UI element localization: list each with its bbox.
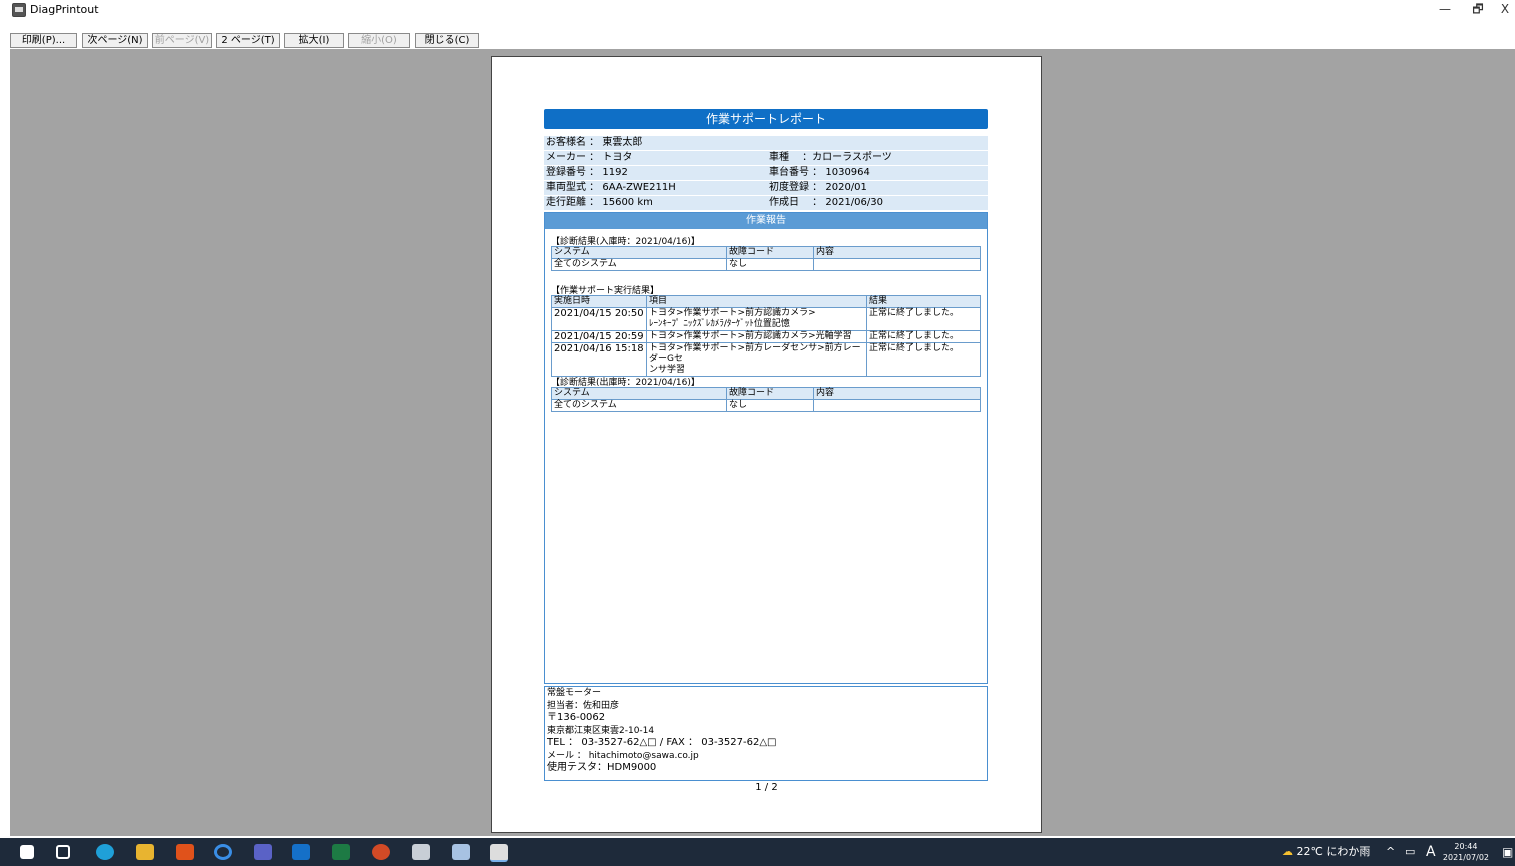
cell-system: 全てのシステム [551,399,727,412]
excel-icon[interactable] [332,844,350,860]
table-row: 全てのシステム なし [551,258,981,271]
cell-item: トヨタ>作業サポート>前方認識カメラ>光軸学習 [646,330,867,343]
header-system: システム [551,387,727,400]
cell-system: 全てのシステム [551,258,727,271]
person-in-charge: 担当者：佐和田彦 [547,700,620,711]
minimize-button[interactable]: — [1430,0,1460,18]
cell-code: なし [726,258,814,271]
task-view-icon[interactable] [56,845,70,859]
close-preview-button[interactable]: 閉じる(C) [415,33,479,48]
header-item: 項目 [646,295,867,308]
header-system: システム [551,246,727,259]
support-table: 実施日時 項目 結果 2021/04/15 20:50 トヨタ>作業サポート>前… [551,295,981,377]
taskbar: ☁ 22℃ にわか雨 ^ ▭ A 20:44 2021/07/02 ▣ [0,838,1515,866]
work-report-heading: 作業報告 [545,213,987,229]
vehicle-type: 車両型式 ： 6AA-ZWE211H [546,182,676,193]
zoom-in-button[interactable]: 拡大(I) [284,33,344,48]
snipping-tool-icon[interactable] [452,844,470,860]
clock-date: 2021/07/02 [1442,853,1489,862]
office-icon[interactable] [176,844,194,860]
postal-code: 〒136-0062 [547,712,606,723]
network-icon[interactable]: ▭ [1405,838,1415,866]
print-button[interactable]: 印刷(P)... [10,33,77,48]
cell-result: 正常に終了しました。 [866,330,981,343]
header-code: 故障コード [726,246,814,259]
diag-in-table: システム 故障コード 内容 全てのシステム なし [551,246,981,271]
prev-page-button[interactable]: 前ページ(V) [152,33,212,48]
diag-out-table: システム 故障コード 内容 全てのシステム なし [551,387,981,412]
table-row: 2021/04/16 15:18 トヨタ>作業サポート>前方レーダセンサ>前方レ… [551,342,981,377]
cell-date: 2021/04/16 15:18 [551,342,647,377]
customer-name: お客様名 ： 東雲太郎 [546,137,643,148]
window-title: DiagPrintout [30,3,99,16]
page-number: 1 / 2 [755,782,778,793]
header-result: 結果 [866,295,981,308]
report-page: 作業サポートレポート お客様名 ： 東雲太郎 メーカー ： トヨタ 車種 ：カロ… [491,56,1042,833]
car-model: 車種 ：カローラスポーツ [769,152,892,163]
weather-text: 22℃ にわか雨 [1296,845,1371,858]
vehicle-info: お客様名 ： 東雲太郎 メーカー ： トヨタ 車種 ：カローラスポーツ 登録番号… [544,136,988,211]
next-page-button[interactable]: 次ページ(N) [82,33,148,48]
header-date: 実施日時 [551,295,647,308]
clock[interactable]: 20:44 2021/07/02 [1443,841,1489,863]
weather-widget[interactable]: ☁ 22℃ にわか雨 [1282,838,1370,866]
outlook-icon[interactable] [292,844,310,860]
cell-code: なし [726,399,814,412]
cell-item: トヨタ>作業サポート>前方認識カメラ> ﾚｰﾝｷｰﾌﾟ ﾆｯｸｽﾞﾚｶﾒﾗ/ﾀｰ… [646,307,867,331]
file-explorer-icon[interactable] [136,844,154,860]
header-content: 内容 [813,387,981,400]
ime-indicator[interactable]: A [1426,838,1436,866]
company-name: 常盤モーター [547,688,602,698]
zoom-out-button[interactable]: 縮小(O) [348,33,410,48]
work-report-box: 作業報告 【診断結果(入庫時：2021/04/16)】 システム 故障コード 内… [544,212,988,684]
mileage: 走行距離 ： 15600 km [546,197,653,208]
email: メール ： hitachimoto@sawa.co.jp [547,750,699,761]
two-page-button[interactable]: 2 ページ(T) [216,33,280,48]
registration-number: 登録番号 ： 1192 [546,167,628,178]
tester: 使用テスタ：HDM9000 [547,762,657,773]
table-row: 2021/04/15 20:59 トヨタ>作業サポート>前方認識カメラ>光軸学習… [551,330,981,343]
table-row: 2021/04/15 20:50 トヨタ>作業サポート>前方認識カメラ> ﾚｰﾝ… [551,307,981,331]
diag-printout-icon[interactable] [490,844,508,862]
powerpoint-icon[interactable] [372,844,390,860]
footer-box: 常盤モーター 担当者：佐和田彦 〒136-0062 東京都江東区東雲2-10-1… [544,686,988,781]
title-bar: DiagPrintout — 🗗 X [0,0,1515,32]
first-registration: 初度登録 ： 2020/01 [769,182,867,193]
phone-fax: TEL ： 03-3527-62△□ / FAX ： 03-3527-62△□ [547,737,777,748]
header-content: 内容 [813,246,981,259]
cell-result: 正常に終了しました。 [866,307,981,331]
report-title: 作業サポートレポート [544,109,988,129]
address: 東京都江東区東雲2-10-14 [547,725,655,736]
created-date: 作成日 ： 2021/06/30 [769,197,883,208]
clock-time: 20:44 [1454,842,1478,851]
print-preview-area[interactable]: 作業サポートレポート お客様名 ： 東雲太郎 メーカー ： トヨタ 車種 ：カロ… [10,49,1515,836]
close-button[interactable]: X [1495,0,1515,18]
weather-icon: ☁ [1282,845,1293,858]
cell-date: 2021/04/15 20:59 [551,330,647,343]
table-row: 全てのシステム なし [551,399,981,412]
chassis-number: 車台番号 ： 1030964 [769,167,870,178]
cell-content [813,399,981,412]
maker: メーカー ： トヨタ [546,152,633,163]
internet-explorer-icon[interactable] [214,844,232,860]
edge-icon[interactable] [96,844,114,860]
notification-icon[interactable]: ▣ [1502,838,1513,866]
windows-start-icon[interactable] [20,845,34,859]
cell-date: 2021/04/15 20:50 [551,307,647,331]
teams-icon[interactable] [254,844,272,860]
cell-item: トヨタ>作業サポート>前方レーダセンサ>前方レーダーGセ ンサ学習 [646,342,867,377]
cell-content [813,258,981,271]
restore-button[interactable]: 🗗 [1463,0,1493,18]
cell-result: 正常に終了しました。 [866,342,981,377]
header-code: 故障コード [726,387,814,400]
printer-app-icon [12,3,26,17]
tray-chevron-icon[interactable]: ^ [1386,838,1395,866]
paint-icon[interactable] [412,844,430,860]
